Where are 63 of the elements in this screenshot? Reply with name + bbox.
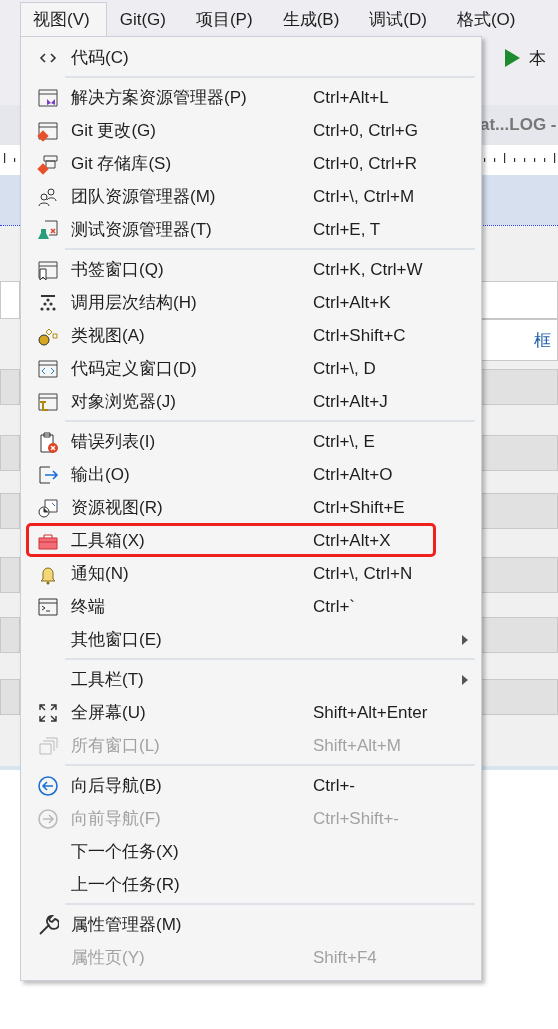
- form-button[interactable]: [0, 369, 20, 405]
- menu-bar-item[interactable]: 调试(D): [356, 2, 444, 36]
- menu-item[interactable]: 代码(C): [21, 41, 481, 74]
- form-button[interactable]: [480, 493, 558, 529]
- form-button[interactable]: [0, 617, 20, 653]
- menu-bar-item[interactable]: 项目(P): [182, 2, 270, 36]
- resource-view-icon: [37, 496, 59, 519]
- form-button[interactable]: [0, 679, 20, 715]
- menu-item[interactable]: 测试资源管理器(T) Ctrl+E, T: [21, 213, 481, 246]
- text-field[interactable]: [480, 281, 558, 319]
- form-button[interactable]: [0, 557, 20, 593]
- menu-bar-item[interactable]: 生成(B): [269, 2, 357, 36]
- menu-item[interactable]: 工具箱(X) Ctrl+Alt+X: [21, 524, 481, 557]
- menu-item[interactable]: 错误列表(I) Ctrl+\, E: [21, 425, 481, 458]
- menu-bar-item[interactable]: 格式(O): [443, 2, 533, 36]
- menu-item[interactable]: 对象浏览器(J) Ctrl+Alt+J: [21, 385, 481, 418]
- text-field[interactable]: [0, 281, 20, 319]
- fullscreen-icon: [37, 701, 59, 724]
- people-icon: [37, 185, 59, 208]
- menu-item[interactable]: 全屏幕(U) Shift+Alt+Enter: [21, 696, 481, 729]
- flask-icon: [37, 218, 59, 241]
- play-icon[interactable]: [503, 48, 521, 68]
- code-window-icon: [37, 357, 59, 380]
- menu-item[interactable]: Git 更改(G) Ctrl+0, Ctrl+G: [21, 114, 481, 147]
- menu-item[interactable]: 工具栏(T): [21, 663, 481, 696]
- menu-item[interactable]: 属性管理器(M): [21, 908, 481, 941]
- form-button[interactable]: [480, 435, 558, 471]
- menu-item[interactable]: 书签窗口(Q) Ctrl+K, Ctrl+W: [21, 253, 481, 286]
- menu-item[interactable]: 输出(O) Ctrl+Alt+O: [21, 458, 481, 491]
- menu-item[interactable]: 类视图(A) Ctrl+Shift+C: [21, 319, 481, 352]
- menu-item[interactable]: 团队资源管理器(M) Ctrl+\, Ctrl+M: [21, 180, 481, 213]
- output-icon: [37, 463, 59, 486]
- menu-bar-item[interactable]: 视图(V): [20, 2, 107, 36]
- document-tab-title[interactable]: at...LOG -: [480, 115, 558, 135]
- form-button[interactable]: [480, 679, 558, 715]
- window-icon: [37, 119, 59, 142]
- form-button[interactable]: [0, 493, 20, 529]
- menu-item[interactable]: Git 存储库(S) Ctrl+0, Ctrl+R: [21, 147, 481, 180]
- window-icon: [37, 86, 59, 109]
- menu-item[interactable]: 资源视图(R) Ctrl+Shift+E: [21, 491, 481, 524]
- form-button[interactable]: [480, 369, 558, 405]
- form-button[interactable]: [480, 557, 558, 593]
- menu-bar-item[interactable]: Git(G): [106, 2, 183, 36]
- menu-item[interactable]: 调用层次结构(H) Ctrl+Alt+K: [21, 286, 481, 319]
- object-window-icon: [37, 390, 59, 413]
- run-label[interactable]: 本: [529, 46, 546, 70]
- menu-item[interactable]: 下一个任务(X): [21, 835, 481, 868]
- form-button[interactable]: [480, 617, 558, 653]
- menu-item[interactable]: 代码定义窗口(D) Ctrl+\, D: [21, 352, 481, 385]
- menu-item[interactable]: 向后导航(B) Ctrl+-: [21, 769, 481, 802]
- window-stack-icon: [37, 734, 59, 757]
- wrench-icon: [37, 913, 59, 936]
- clipboard-error-icon: [37, 430, 59, 453]
- label-text: 框: [480, 319, 558, 361]
- form-button[interactable]: [0, 435, 20, 471]
- terminal-icon: [37, 595, 59, 618]
- menu-item[interactable]: 解决方案资源管理器(P) Ctrl+Alt+L: [21, 81, 481, 114]
- menu-item[interactable]: 终端 Ctrl+`: [21, 590, 481, 623]
- menu-item[interactable]: 其他窗口(E): [21, 623, 481, 656]
- menu-item[interactable]: 上一个任务(R): [21, 868, 481, 901]
- bookmark-window-icon: [37, 258, 59, 281]
- archive-icon: [37, 152, 59, 175]
- menu-item[interactable]: 通知(N) Ctrl+\, Ctrl+N: [21, 557, 481, 590]
